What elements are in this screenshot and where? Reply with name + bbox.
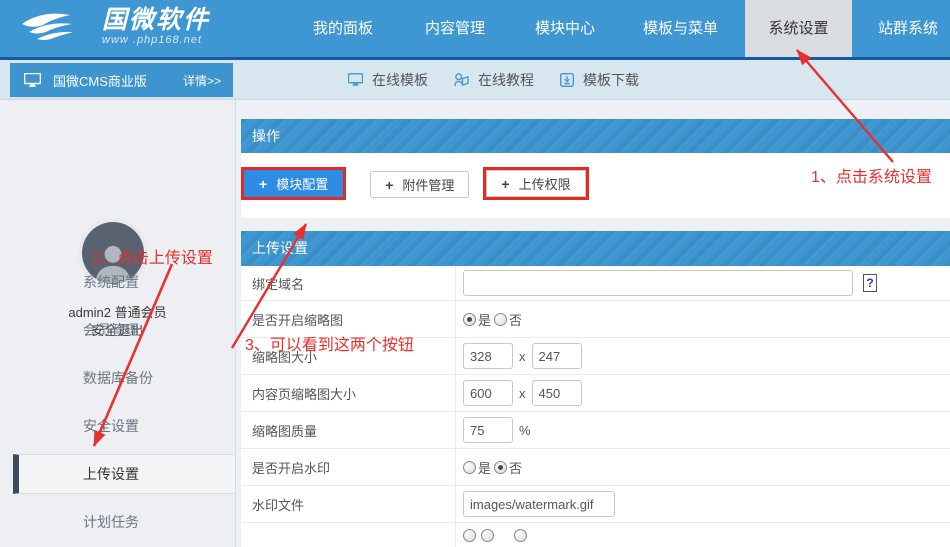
form-row-bind-domain: 绑定域名 ? [241,266,950,301]
monitor-icon [24,73,41,88]
logo-title: 国微软件 [102,6,210,34]
form-row-clipped-radio-group [241,523,950,547]
admin-page: 国微软件 www .php168.net 我的面板 内容管理 模块中心 模板与菜… [0,0,950,547]
content-thumbnail-height-input[interactable] [532,380,582,406]
tutorial-icon [454,73,469,87]
product-name: 国微CMS商业版 [53,71,147,90]
form-row-content-thumbnail-size: 内容页缩略图大小 x [241,375,950,412]
upload-settings-section: 上传设置 绑定域名 ? 是否开启缩略图 是 否 [241,231,950,547]
highlight-box-upload-permission: + 上传权限 [483,167,588,200]
field-label: 内容页缩略图大小 [241,375,456,411]
thumbnail-quality-input[interactable] [463,417,513,443]
field-label [241,523,456,547]
secondary-bar: 国微CMS商业版 详情>> 在线模板 在线教程 [0,60,950,100]
radio-option-label: 是 [478,458,491,477]
option-radio-2[interactable] [481,529,494,542]
nav-item-content[interactable]: 内容管理 [425,0,485,57]
sidebar-item-scheduled-tasks[interactable]: 计划任务 [0,498,235,546]
nav-item-dashboard[interactable]: 我的面板 [313,0,373,57]
highlight-box-module-config: + 模块配置 [241,167,346,200]
top-navigation-bar: 国微软件 www .php168.net 我的面板 内容管理 模块中心 模板与菜… [0,0,950,57]
link-label: 在线模板 [372,70,428,90]
sidebar-item-security-settings[interactable]: 安全设置 [0,402,235,450]
dimension-separator: x [519,349,526,364]
thumbnail-height-input[interactable] [532,343,582,369]
field-label: 缩略图质量 [241,412,456,448]
watermark-no-radio[interactable] [494,461,507,474]
nav-item-site-group[interactable]: 站群系统 [878,0,938,57]
dimension-separator: x [519,386,526,401]
watermark-file-input[interactable] [463,491,615,517]
option-radio-1[interactable] [463,529,476,542]
form-row-thumbnail-quality: 缩略图质量 % [241,412,950,449]
form-row-watermark-file: 水印文件 [241,486,950,523]
sidebar-menu: 系统配置 会员管理 数据库备份 安全设置 上传设置 计划任务 [0,258,235,546]
percent-unit-label: % [519,423,531,438]
module-config-button[interactable]: + 模块配置 [244,170,343,197]
annotation-step1: 1、点击系统设置 [811,163,932,187]
logo-subtitle: www .php168.net [102,34,210,46]
link-template-download[interactable]: 模板下载 [560,70,639,90]
nav-item-system-settings[interactable]: 系统设置 [745,0,852,57]
wave-logo-icon [20,8,92,44]
product-badge[interactable]: 国微CMS商业版 详情>> [10,63,233,97]
sidebar-item-upload-settings[interactable]: 上传设置 [13,454,235,494]
logo[interactable]: 国微软件 www .php168.net [20,6,210,46]
nav-item-modules[interactable]: 模块中心 [535,0,595,57]
plus-icon: + [501,176,509,192]
upload-settings-header: 上传设置 [241,231,950,266]
annotation-step3: 3、可以看到这两个按钮 [245,331,414,355]
thumbnail-no-radio[interactable] [494,313,507,326]
link-online-tutorials[interactable]: 在线教程 [454,70,534,90]
nav-item-templates-menus[interactable]: 模板与菜单 [643,0,718,57]
link-label: 在线教程 [478,70,534,90]
details-link[interactable]: 详情>> [183,72,221,89]
monitor-icon [348,73,363,87]
sidebar-item-member-management[interactable]: 会员管理 [0,306,235,354]
plus-icon: + [259,176,267,192]
upload-permission-button[interactable]: + 上传权限 [486,170,585,197]
watermark-yes-radio[interactable] [463,461,476,474]
field-label: 是否开启水印 [241,449,456,485]
bind-domain-input[interactable] [463,270,853,296]
field-label: 绑定域名 [241,266,456,300]
annotation-step2: 2、点击上传设置 [92,244,213,268]
attachment-management-button[interactable]: + 附件管理 [370,171,469,198]
download-icon [560,73,574,87]
option-radio-3[interactable] [514,529,527,542]
thumbnail-width-input[interactable] [463,343,513,369]
radio-option-label: 是 [478,310,491,329]
help-icon[interactable]: ? [863,274,877,292]
link-online-templates[interactable]: 在线模板 [348,70,428,90]
link-label: 模板下载 [583,70,639,90]
operations-header: 操作 [241,119,950,153]
form-row-enable-watermark: 是否开启水印 是 否 [241,449,950,486]
sidebar: admin2 普通会员 安全退出 系统配置 会员管理 数据库备份 安全设置 上传… [0,100,236,547]
thumbnail-yes-radio[interactable] [463,313,476,326]
plus-icon: + [385,177,393,193]
radio-option-label: 否 [509,458,522,477]
sidebar-item-database-backup[interactable]: 数据库备份 [0,354,235,402]
radio-option-label: 否 [509,310,522,329]
content-thumbnail-width-input[interactable] [463,380,513,406]
field-label: 水印文件 [241,486,456,522]
